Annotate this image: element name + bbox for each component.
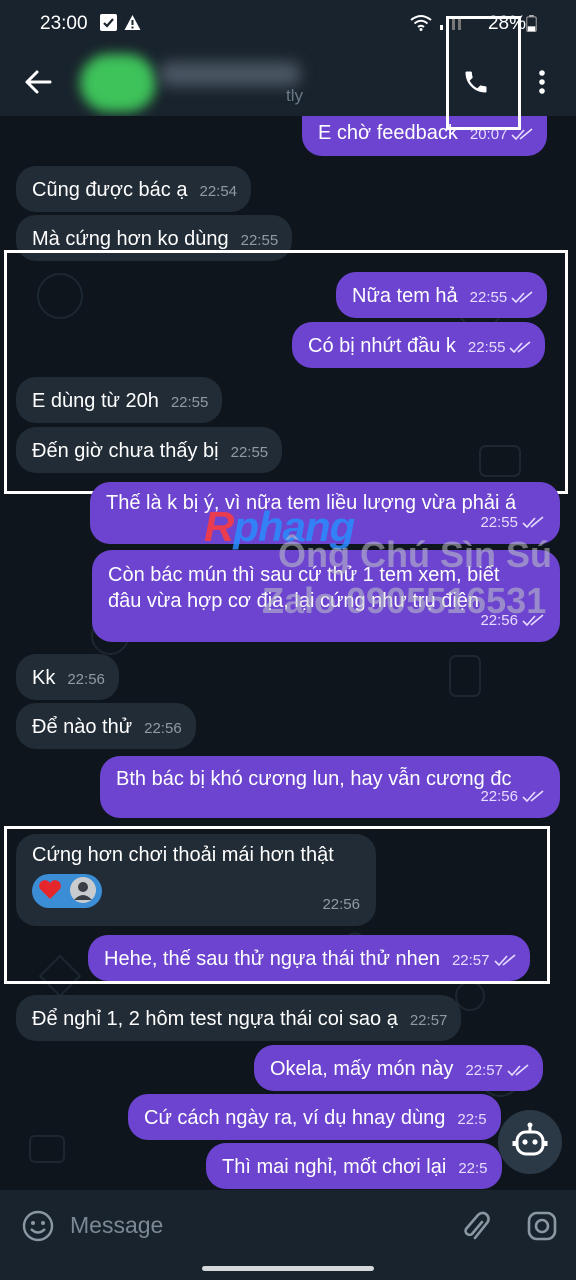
message-composer: Message — [0, 1190, 576, 1280]
message-text: Mà cứng hơn ko dùng — [32, 228, 229, 250]
bot-button[interactable] — [498, 1110, 562, 1174]
reactions-pill[interactable] — [32, 874, 102, 908]
message-time: 22:57 — [409, 1012, 448, 1029]
message-time: 22:57 — [451, 952, 490, 969]
message-incoming[interactable]: E dùng từ 20h 22:55 — [16, 377, 223, 423]
message-text: Để nào thử — [32, 716, 133, 738]
watermark-line2: Zalo 0905516531 — [262, 580, 547, 621]
read-ticks-icon — [493, 954, 516, 966]
highlight-frame-phone — [446, 16, 521, 130]
message-incoming[interactable]: Cứng hơn chơi thoải mái hơn thật 22:56 — [16, 834, 376, 926]
read-ticks-icon — [511, 291, 533, 303]
message-incoming[interactable]: Đến giờ chưa thấy bị 22:55 — [16, 427, 283, 473]
message-time: 22:55 — [469, 289, 508, 306]
message-time: 22:5 — [457, 1111, 487, 1128]
emoji-icon[interactable] — [22, 1210, 54, 1242]
message-incoming[interactable]: Kk 22:56 — [16, 654, 119, 700]
message-text: Okela, mấy món này — [270, 1058, 454, 1080]
message-text: Thì mai nghỉ, mốt chơi lại — [222, 1156, 447, 1178]
message-time: 22:5 — [458, 1160, 488, 1177]
message-text: Kk — [32, 667, 56, 689]
message-text: Nữa tem hả — [352, 285, 458, 307]
message-time: 22:55 — [240, 232, 279, 249]
message-text: Cứng hơn chơi thoải mái hơn thật — [32, 844, 334, 866]
contact-avatar-blurred[interactable] — [80, 54, 156, 112]
read-ticks-icon — [522, 516, 544, 528]
message-text: Có bị nhứt đầu k — [308, 335, 456, 357]
read-ticks-icon — [507, 1064, 529, 1076]
camera-icon[interactable] — [526, 1210, 558, 1242]
message-incoming[interactable]: Cũng được bác ạ 22:54 — [16, 166, 252, 212]
message-text: Đến giờ chưa thấy bị — [32, 440, 219, 462]
message-time-group: 22:55 — [480, 510, 544, 536]
message-time: 22:57 — [465, 1062, 503, 1079]
reactor-avatar-icon — [69, 877, 96, 903]
message-text: Cũng được bác ạ — [32, 179, 188, 201]
message-text: E chờ feedback — [318, 122, 458, 144]
message-input[interactable]: Message — [70, 1212, 163, 1239]
message-outgoing[interactable]: Có bị nhứt đầu k 22:55 — [292, 322, 546, 368]
message-incoming[interactable]: Để nghỉ 1, 2 hôm test ngựa thái coi sao … — [16, 995, 462, 1041]
battery-icon — [526, 15, 537, 32]
message-time: 22:56 — [144, 720, 182, 737]
message-time: 22:56 — [480, 788, 518, 805]
watermark-brand-a: R — [204, 503, 234, 550]
message-time-group: 22:56 — [480, 784, 544, 810]
heart-reaction-icon — [39, 880, 61, 899]
message-outgoing[interactable]: Nữa tem hả 22:55 — [336, 272, 548, 318]
message-outgoing[interactable]: Cứ cách ngày ra, ví dụ hnay dùng 22:5 — [128, 1094, 501, 1140]
message-outgoing[interactable]: Hehe, thế sau thử ngựa thái thử nhen 22:5… — [88, 935, 530, 981]
message-outgoing[interactable]: Thì mai nghỉ, mốt chơi lại 22:5 — [206, 1143, 502, 1189]
wifi-icon — [410, 15, 432, 31]
message-text: E dùng từ 20h — [32, 390, 159, 412]
back-arrow-icon[interactable] — [24, 68, 52, 96]
bot-icon — [512, 1122, 548, 1156]
message-outgoing[interactable]: Okela, mấy món này 22:57 — [254, 1045, 543, 1091]
message-time: 22:55 — [170, 394, 209, 411]
message-time: 22:56 — [67, 671, 105, 688]
message-time: 22:55 — [467, 339, 506, 356]
contact-name-blurred[interactable] — [160, 62, 300, 86]
nav-handle[interactable] — [202, 1266, 374, 1271]
message-incoming[interactable]: Để nào thử 22:56 — [16, 703, 196, 749]
message-outgoing[interactable]: Bth bác bị khó cương lun, hay vẫn cương … — [100, 756, 560, 818]
more-vert-icon[interactable] — [536, 68, 548, 96]
message-text: Để nghỉ 1, 2 hôm test ngựa thái coi sao … — [32, 1008, 398, 1030]
message-time: 22:56 — [322, 896, 360, 913]
message-time: 22:54 — [199, 183, 238, 200]
read-ticks-icon — [522, 790, 544, 802]
watermark-line1: Ông Chú Sìn Sú — [278, 534, 552, 575]
status-time: 23:00 — [40, 13, 88, 34]
contact-status: tly — [286, 86, 303, 105]
attach-icon[interactable] — [460, 1208, 490, 1244]
read-ticks-icon — [509, 341, 531, 353]
message-text: Cứ cách ngày ra, ví dụ hnay dùng — [144, 1107, 446, 1129]
warning-icon — [124, 15, 141, 30]
message-time: 22:55 — [230, 444, 269, 461]
message-time: 22:55 — [480, 514, 518, 531]
message-text: Hehe, thế sau thử ngựa thái thử nhen — [104, 948, 440, 970]
checkbox-notification-icon — [100, 14, 117, 31]
